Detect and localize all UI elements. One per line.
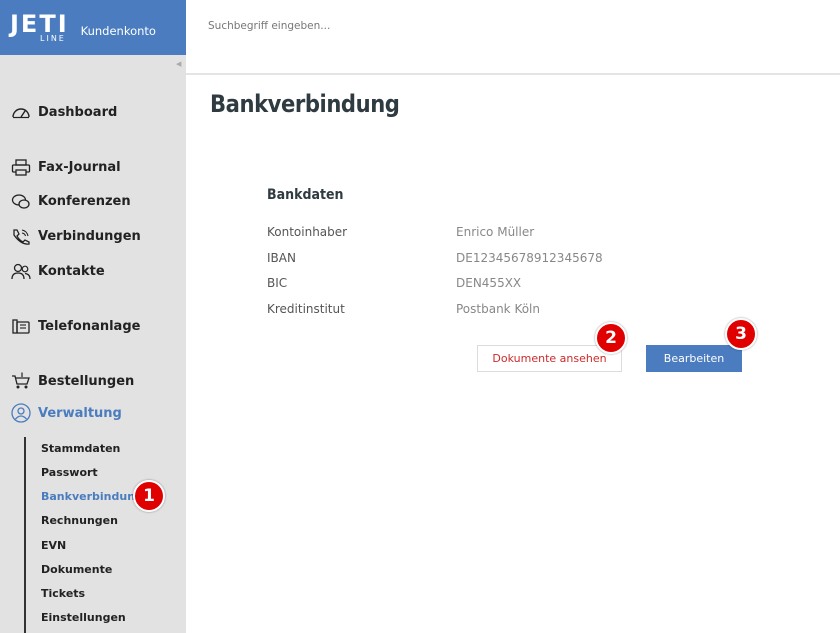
subnav-bankverbindung[interactable]: Bankverbindung [41,490,143,503]
subnav-passwort[interactable]: Passwort [41,466,98,479]
annotation-marker-2: 2 [595,322,627,354]
subnav-stammdaten[interactable]: Stammdaten [41,442,120,455]
nav-konferenzen[interactable]: Konferenzen [10,192,131,210]
field-label: Kontoinhaber [267,225,348,239]
field-label: Kreditinstitut [267,302,345,316]
field-value: Postbank Köln [456,302,540,316]
field-label: BIC [267,276,288,290]
annotation-marker-3: 3 [725,318,757,350]
field-value: DE12345678912345678 [456,251,603,265]
brand-subtitle: Kundenkonto [80,23,156,38]
field-value: Enrico Müller [456,225,535,239]
top-bar [186,0,840,75]
nav-fax-journal[interactable]: Fax-Journal [10,158,121,176]
nav-bestellungen[interactable]: Bestellungen [10,372,134,390]
search-input[interactable] [208,20,608,32]
edit-button[interactable]: Bearbeiten [646,345,742,372]
subnav-dokumente[interactable]: Dokumente [41,563,112,576]
page-title: Bankverbindung [210,90,400,118]
annotation-marker-1: 1 [133,480,165,512]
nav-verwaltung[interactable]: Verwaltung [10,403,122,423]
field-label: IBAN [267,251,296,265]
subnav-evn[interactable]: EVN [41,539,66,552]
speedometer-icon [10,103,32,121]
shopping-cart-icon [10,372,32,390]
subnav-tickets[interactable]: Tickets [41,587,85,600]
phone-system-icon [10,317,32,335]
subnav-rechnungen[interactable]: Rechnungen [41,514,118,527]
jetiline-logo: JETI LINE [10,10,69,43]
brand-header[interactable]: JETI LINE Kundenkonto [0,0,186,55]
section-title-bankdaten: Bankdaten [267,187,344,203]
user-circle-icon [10,403,32,423]
nav-kontakte[interactable]: Kontakte [10,262,105,280]
chat-bubbles-icon [10,192,32,210]
subnav-divider [24,437,26,633]
phone-icon [10,227,32,245]
printer-icon [10,158,32,176]
nav-dashboard[interactable]: Dashboard [10,103,117,121]
subnav-einstellungen[interactable]: Einstellungen [41,611,126,624]
sidebar: JETI LINE Kundenkonto ◀ Dashboard Fax-Jo… [0,0,186,633]
field-value: DEN455XX [456,276,522,290]
nav-verbindungen[interactable]: Verbindungen [10,227,141,245]
contacts-icon [10,262,32,280]
nav-telefonanlage[interactable]: Telefonanlage [10,317,140,335]
collapse-sidebar-icon[interactable]: ◀ [176,60,181,68]
